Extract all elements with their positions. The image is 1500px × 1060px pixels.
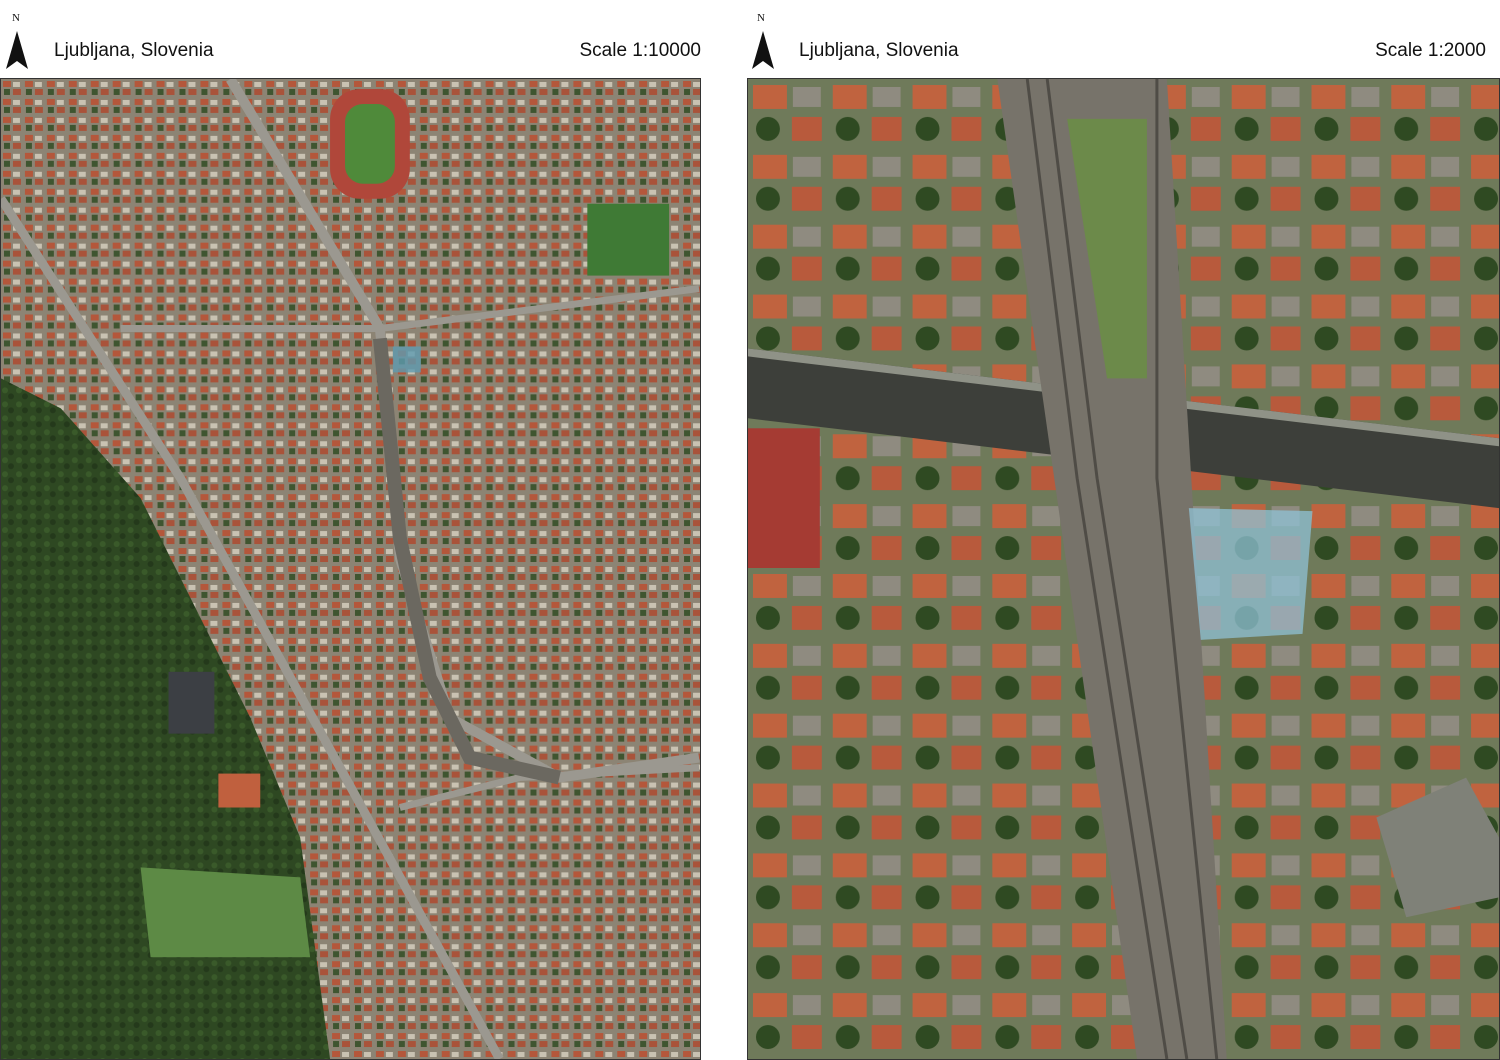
highlighted-plot[interactable] — [1188, 508, 1313, 640]
north-label: N — [757, 12, 765, 24]
satellite-map-detail[interactable] — [747, 78, 1500, 1060]
map-header: N Ljubljana, Slovenia Scale 1:10000 — [0, 0, 701, 78]
park-area — [140, 867, 311, 958]
location-label: Ljubljana, Slovenia — [799, 40, 959, 61]
map-panel-detail: N Ljubljana, Slovenia Scale 1:2000 — [747, 0, 1500, 1060]
map-panel-overview: N Ljubljana, Slovenia Scale 1:10000 — [0, 0, 701, 1060]
north-arrow-icon — [6, 31, 28, 69]
map-header: N Ljubljana, Slovenia Scale 1:2000 — [747, 0, 1500, 78]
north-arrow-icon — [752, 31, 774, 69]
red-roof-building — [748, 428, 820, 569]
scale-label: Scale 1:10000 — [579, 40, 702, 61]
satellite-map-overview[interactable] — [0, 78, 701, 1060]
scale-label: Scale 1:2000 — [1375, 40, 1486, 61]
location-label: Ljubljana, Slovenia — [54, 40, 214, 61]
north-label: N — [12, 12, 20, 24]
sports-field — [587, 203, 670, 276]
